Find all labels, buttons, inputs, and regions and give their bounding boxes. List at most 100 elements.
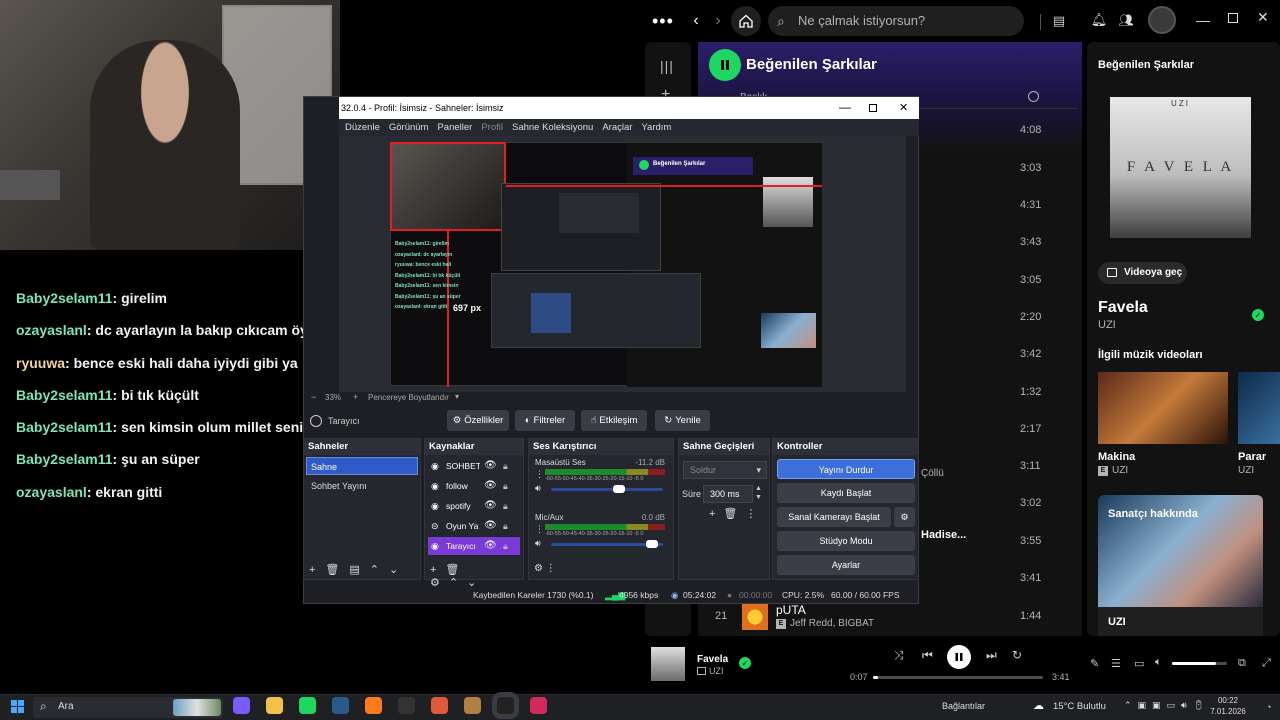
copilot-icon[interactable] [233, 697, 250, 714]
start-virtual-camera-button[interactable]: Sanal Kamerayı Başlat [777, 507, 891, 527]
maximize-icon[interactable] [1228, 13, 1238, 23]
zoom-in-icon[interactable]: + [353, 392, 358, 402]
volume-track[interactable] [1172, 662, 1227, 665]
duration-stepper[interactable]: ▲ ▼ [755, 484, 762, 502]
track-title[interactable]: pUTA [776, 603, 806, 617]
previous-icon[interactable]: ⏮︎ [922, 648, 933, 663]
properties-button[interactable]: ⚙︎ Özellikler [447, 410, 509, 431]
lock-icon[interactable]: 🔒︎ [503, 477, 508, 495]
menu-item[interactable]: Profil [481, 122, 503, 133]
clock-date[interactable]: 7.01.2026 [1204, 707, 1252, 716]
track-artists[interactable]: Jeff Redd, BIGBAT [790, 618, 874, 629]
menu-item[interactable]: Görünüm [389, 122, 429, 133]
steam-icon[interactable] [332, 697, 349, 714]
close-icon[interactable]: ✕ [1257, 9, 1269, 26]
visibility-eye-icon[interactable]: 👁︎ [484, 537, 497, 555]
channel-menu-icon[interactable]: ⋮ [535, 524, 544, 535]
video-button[interactable]: Videoya geç [1098, 262, 1187, 284]
scene-item[interactable]: Sahne [306, 457, 418, 475]
transition-toolbar[interactable]: +🗑︎⋮ [709, 507, 764, 520]
video-thumbnail[interactable] [1238, 372, 1280, 444]
refresh-button[interactable]: ↻ Yenile [655, 410, 710, 431]
fit-to-window[interactable]: Pencereye Boyutlandır [368, 393, 449, 402]
taskbar-search[interactable]: ⌕ Ara [33, 697, 223, 718]
virtual-camera-settings[interactable]: ⚙︎ [894, 507, 915, 527]
weather-text[interactable]: 15°C Bulutlu [1053, 701, 1106, 712]
settings-button[interactable]: Ayarlar [777, 555, 915, 575]
speaker-icon[interactable]: 🔊︎ [535, 483, 541, 494]
scenes-toolbar[interactable]: +🗑︎▤︎⌃⌄ [309, 563, 408, 576]
stop-stream-button[interactable]: Yayını Durdur [777, 459, 915, 479]
song-title[interactable]: Favela [1098, 299, 1148, 317]
preview-canvas[interactable]: Beğenilen Şarkılar Baby2selam11: girelim… [390, 142, 822, 387]
zoom-out-icon[interactable]: − [311, 392, 316, 402]
maximize-icon[interactable] [869, 104, 877, 112]
visibility-eye-icon[interactable]: 👁︎ [484, 457, 497, 475]
fullscreen-icon[interactable]: ⤢ [1262, 657, 1271, 670]
queue-icon[interactable]: ☰ [1111, 657, 1121, 670]
duration-input[interactable]: 300 ms [703, 485, 753, 503]
video-thumbnail[interactable] [1098, 372, 1228, 444]
more-options-icon[interactable]: ••• [652, 11, 674, 32]
progress-track[interactable] [873, 676, 1043, 679]
source-item[interactable]: ◉ spotify 👁︎ 🔒︎ [428, 497, 520, 515]
volume-knob[interactable] [612, 485, 625, 493]
library-icon[interactable]: ||| [660, 58, 674, 74]
transition-select[interactable]: Soldur ▾ [683, 461, 767, 479]
menu-item[interactable]: Sahne Koleksiyonu [512, 122, 593, 133]
pause-button[interactable] [947, 645, 971, 669]
video-title[interactable]: Parar [1238, 451, 1266, 463]
lyrics-icon[interactable]: ✎ [1090, 657, 1099, 670]
source-item[interactable]: ⊝ Oyun Ya 👁︎ 🔒︎ [428, 517, 520, 535]
streamlabs-icon[interactable] [530, 697, 547, 714]
liked-check-icon[interactable]: ✓ [739, 657, 751, 669]
notification-icon[interactable]: ◔ [1266, 702, 1271, 712]
channel-menu-icon[interactable]: ⋮ [535, 469, 544, 480]
search-input[interactable]: ⌕ Ne çalmak istiyorsun? [768, 6, 1024, 36]
lock-icon[interactable]: 🔒︎ [503, 537, 508, 555]
volume-icon[interactable]: 🔈︎ [1155, 656, 1162, 669]
artist-about-image[interactable]: Sanatçı hakkında [1098, 495, 1263, 607]
forward-arrow-icon[interactable]: › [710, 12, 726, 30]
bell-icon[interactable]: 🔔︎ [1091, 12, 1108, 28]
now-playing-artist[interactable]: UZI [709, 666, 724, 676]
repeat-icon[interactable]: ↻ [1012, 648, 1022, 662]
menu-item[interactable]: Düzenle [345, 122, 380, 133]
system-tray[interactable]: ⌃▣▣▭🔊︎🔋︎ [1124, 700, 1210, 711]
spotify-icon[interactable] [299, 697, 316, 714]
network-label[interactable]: Bağlantılar [942, 701, 985, 711]
minimize-icon[interactable]: — [1196, 12, 1210, 28]
microphone-app-icon[interactable] [431, 697, 448, 714]
speaker-icon[interactable]: 🔊︎ [535, 538, 541, 549]
menu-item[interactable]: Araçlar [602, 122, 632, 133]
close-icon[interactable]: ✕ [899, 97, 908, 119]
now-playing-cover[interactable] [651, 647, 685, 681]
menu-item[interactable]: Paneller [437, 122, 472, 133]
lock-icon[interactable]: 🔒︎ [503, 517, 508, 535]
file-explorer-icon[interactable] [266, 697, 283, 714]
source-item[interactable]: ◉ follow 👁︎ 🔒︎ [428, 477, 520, 495]
lock-icon[interactable]: 🔒︎ [503, 457, 508, 475]
firefox-icon[interactable] [365, 697, 382, 714]
mixer-settings-icon[interactable]: ⚙︎ ⋮ [534, 563, 556, 574]
lock-icon[interactable]: 🔒︎ [503, 497, 508, 515]
liked-check-icon[interactable]: ✓ [1252, 309, 1264, 321]
volume-knob[interactable] [646, 540, 659, 548]
windows-start-icon[interactable] [11, 700, 24, 713]
clock-time[interactable]: 00:22 [1212, 696, 1244, 705]
friends-icon[interactable]: 👥︎ [1118, 12, 1134, 28]
epic-games-icon[interactable] [398, 697, 415, 714]
filters-button[interactable]: ◐ Filtreler [515, 410, 575, 431]
volume-slider[interactable] [551, 540, 663, 548]
song-artist[interactable]: UZI [1098, 319, 1116, 331]
visibility-eye-icon[interactable]: 👁︎ [484, 497, 497, 515]
menu-item[interactable]: Yardım [641, 122, 671, 133]
minimize-icon[interactable]: — [839, 96, 851, 118]
source-item[interactable]: ◉ Tarayıcı 👁︎ 🔒︎ [428, 537, 520, 555]
obs-icon[interactable] [492, 692, 519, 719]
visibility-eye-icon[interactable]: 👁︎ [484, 477, 497, 495]
now-playing-title[interactable]: Favela [697, 654, 728, 665]
pause-playlist-button[interactable] [709, 49, 741, 81]
home-button[interactable] [731, 6, 761, 36]
interact-button[interactable]: ☝︎ Etkileşim [581, 410, 647, 431]
